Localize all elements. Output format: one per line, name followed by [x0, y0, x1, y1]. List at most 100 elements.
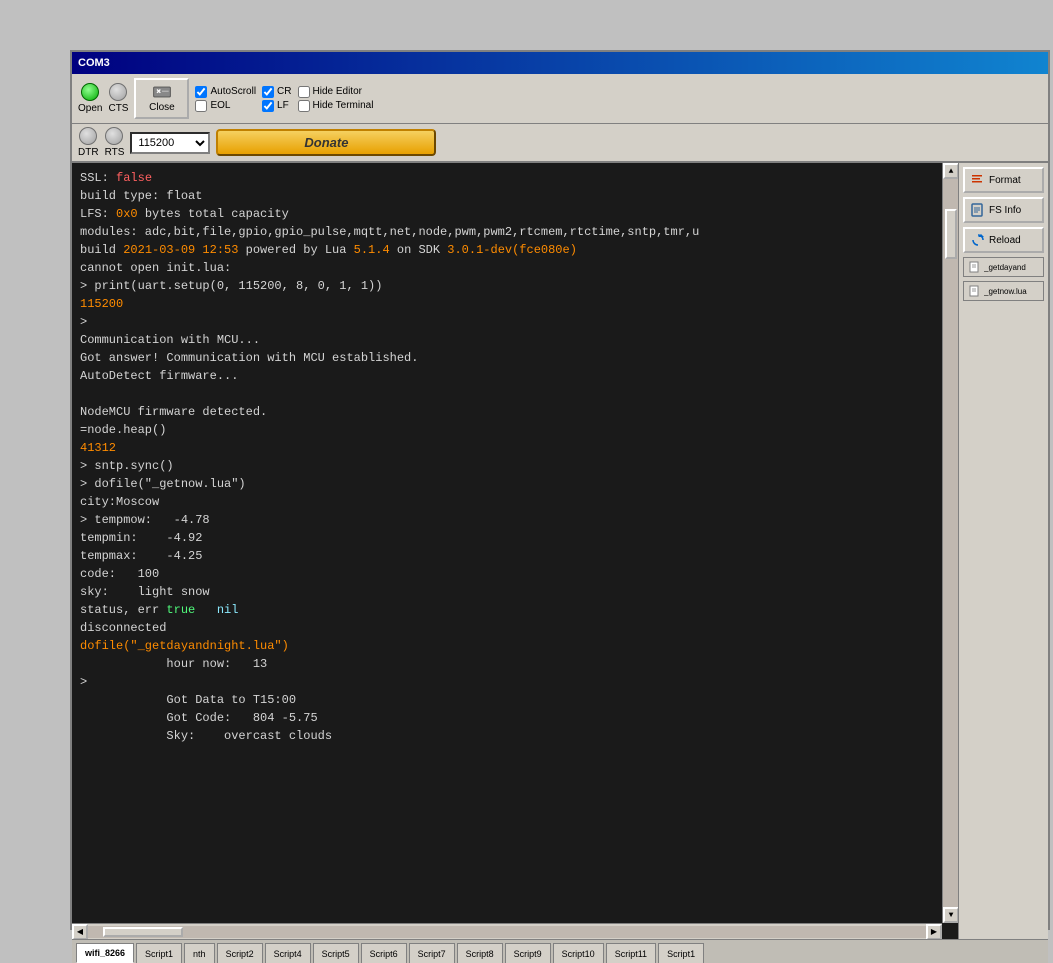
cr-item[interactable]: CR: [262, 86, 291, 98]
tab-bar: wifi_8266 Script1 nth Script2 Script4 Sc…: [72, 939, 1048, 963]
tab-0-label: wifi_8266: [85, 948, 125, 958]
format-button[interactable]: Format: [963, 167, 1044, 193]
tab-script8[interactable]: Script8: [457, 943, 503, 963]
dtr-led: DTR: [78, 127, 99, 158]
rts-led: RTS: [105, 127, 125, 158]
scroll-down-button[interactable]: ▼: [943, 907, 958, 923]
file-icon-2: [969, 285, 981, 297]
scroll-up-button[interactable]: ▲: [943, 163, 958, 179]
tab-4-label: Script4: [274, 949, 302, 959]
cts-led-indicator: [109, 83, 127, 101]
dtr-led-indicator: [79, 127, 97, 145]
scroll-thumb-v[interactable]: [945, 209, 957, 259]
sidebar: Format FS Info Reload: [958, 163, 1048, 939]
donate-label: Donate: [304, 135, 348, 150]
tab-3-label: Script2: [226, 949, 254, 959]
tab-script4[interactable]: Script4: [265, 943, 311, 963]
toolbar-row2: DTR RTS 115200 9600 57600 230400 Donate: [72, 124, 1048, 163]
window-title: COM3: [78, 57, 110, 69]
hide-terminal-checkbox[interactable]: [298, 100, 310, 112]
fsinfo-button[interactable]: FS Info: [963, 197, 1044, 223]
hide-terminal-item[interactable]: Hide Terminal: [298, 100, 374, 112]
reload-icon: [971, 233, 985, 247]
tab-9-label: Script9: [514, 949, 542, 959]
lf-item[interactable]: LF: [262, 100, 291, 112]
open-led[interactable]: Open: [78, 83, 102, 114]
scroll-thumb-h[interactable]: [103, 927, 183, 937]
dtr-label: DTR: [78, 147, 99, 158]
cr-label: CR: [277, 86, 291, 97]
tab-12-label: Script1: [667, 949, 695, 959]
eol-item[interactable]: EOL: [195, 100, 256, 112]
rts-led-indicator: [105, 127, 123, 145]
rts-label: RTS: [105, 147, 125, 158]
autoscroll-item[interactable]: AutoScroll: [195, 86, 256, 98]
cts-label: CTS: [108, 103, 128, 114]
tab-wifi8266[interactable]: wifi_8266: [76, 943, 134, 963]
reload-button[interactable]: Reload: [963, 227, 1044, 253]
tab-script11[interactable]: Script11: [606, 943, 656, 963]
tab-8-label: Script8: [466, 949, 494, 959]
scroll-track-v: [943, 179, 958, 907]
fsinfo-icon: [971, 203, 985, 217]
main-window: COM3 Open CTS Close AutoSc: [70, 50, 1050, 930]
tab-11-label: Script11: [615, 949, 647, 959]
donate-button[interactable]: Donate: [216, 129, 436, 156]
tab-script7[interactable]: Script7: [409, 943, 455, 963]
cr-checkbox[interactable]: [262, 86, 274, 98]
main-area: SSL: false build type: float LFS: 0x0 by…: [72, 163, 1048, 939]
file-icon-1: [969, 261, 981, 273]
eol-label: EOL: [210, 100, 230, 111]
title-bar: COM3: [72, 52, 1048, 74]
file1-label: _getdayand: [984, 263, 1026, 272]
toolbar-row1: Open CTS Close AutoScroll EO: [72, 74, 1048, 124]
baud-select[interactable]: 115200 9600 57600 230400: [130, 132, 210, 154]
tab-script1b[interactable]: Script1: [658, 943, 704, 963]
reload-label: Reload: [989, 235, 1021, 246]
hide-terminal-label: Hide Terminal: [313, 100, 374, 111]
close-button[interactable]: Close: [134, 78, 189, 119]
tab-script1[interactable]: Script1: [136, 943, 182, 963]
tab-6-label: Script6: [370, 949, 398, 959]
tab-script6[interactable]: Script6: [361, 943, 407, 963]
checkbox-group-2: CR LF: [262, 86, 291, 112]
horizontal-scrollbar[interactable]: ◀ ▶: [72, 923, 942, 939]
tab-10-label: Script10: [562, 949, 595, 959]
tab-script9[interactable]: Script9: [505, 943, 551, 963]
hide-editor-label: Hide Editor: [313, 86, 362, 97]
tab-script10[interactable]: Script10: [553, 943, 604, 963]
close-icon: [152, 84, 172, 100]
cts-led: CTS: [108, 83, 128, 114]
file2-label: _getnow.lua: [984, 287, 1027, 296]
lf-checkbox[interactable]: [262, 100, 274, 112]
tab-script2[interactable]: Script2: [217, 943, 263, 963]
tab-7-label: Script7: [418, 949, 446, 959]
scroll-right-button[interactable]: ▶: [926, 924, 942, 940]
autoscroll-label: AutoScroll: [210, 86, 256, 97]
scroll-left-button[interactable]: ◀: [72, 924, 88, 940]
terminal-container: SSL: false build type: float LFS: 0x0 by…: [72, 163, 958, 939]
close-label: Close: [149, 102, 175, 113]
checkbox-group-1: AutoScroll EOL: [195, 86, 256, 112]
tab-5-label: Script5: [322, 949, 350, 959]
tab-2-label: nth: [193, 949, 206, 959]
tab-script5[interactable]: Script5: [313, 943, 359, 963]
autoscroll-checkbox[interactable]: [195, 86, 207, 98]
file-item-1[interactable]: _getdayand: [963, 257, 1044, 277]
file-item-2[interactable]: _getnow.lua: [963, 281, 1044, 301]
tab-1-label: Script1: [145, 949, 173, 959]
tab-nth[interactable]: nth: [184, 943, 215, 963]
vertical-scrollbar[interactable]: ▲ ▼: [942, 163, 958, 923]
format-label: Format: [989, 175, 1021, 186]
open-label: Open: [78, 103, 102, 114]
format-icon: [971, 173, 985, 187]
open-led-indicator: [81, 83, 99, 101]
terminal-output[interactable]: SSL: false build type: float LFS: 0x0 by…: [72, 163, 958, 919]
hide-editor-item[interactable]: Hide Editor: [298, 86, 374, 98]
eol-checkbox[interactable]: [195, 100, 207, 112]
fsinfo-label: FS Info: [989, 205, 1021, 216]
checkbox-group-3: Hide Editor Hide Terminal: [298, 86, 374, 112]
lf-label: LF: [277, 100, 289, 111]
hide-editor-checkbox[interactable]: [298, 86, 310, 98]
scroll-track-h: [88, 926, 926, 938]
